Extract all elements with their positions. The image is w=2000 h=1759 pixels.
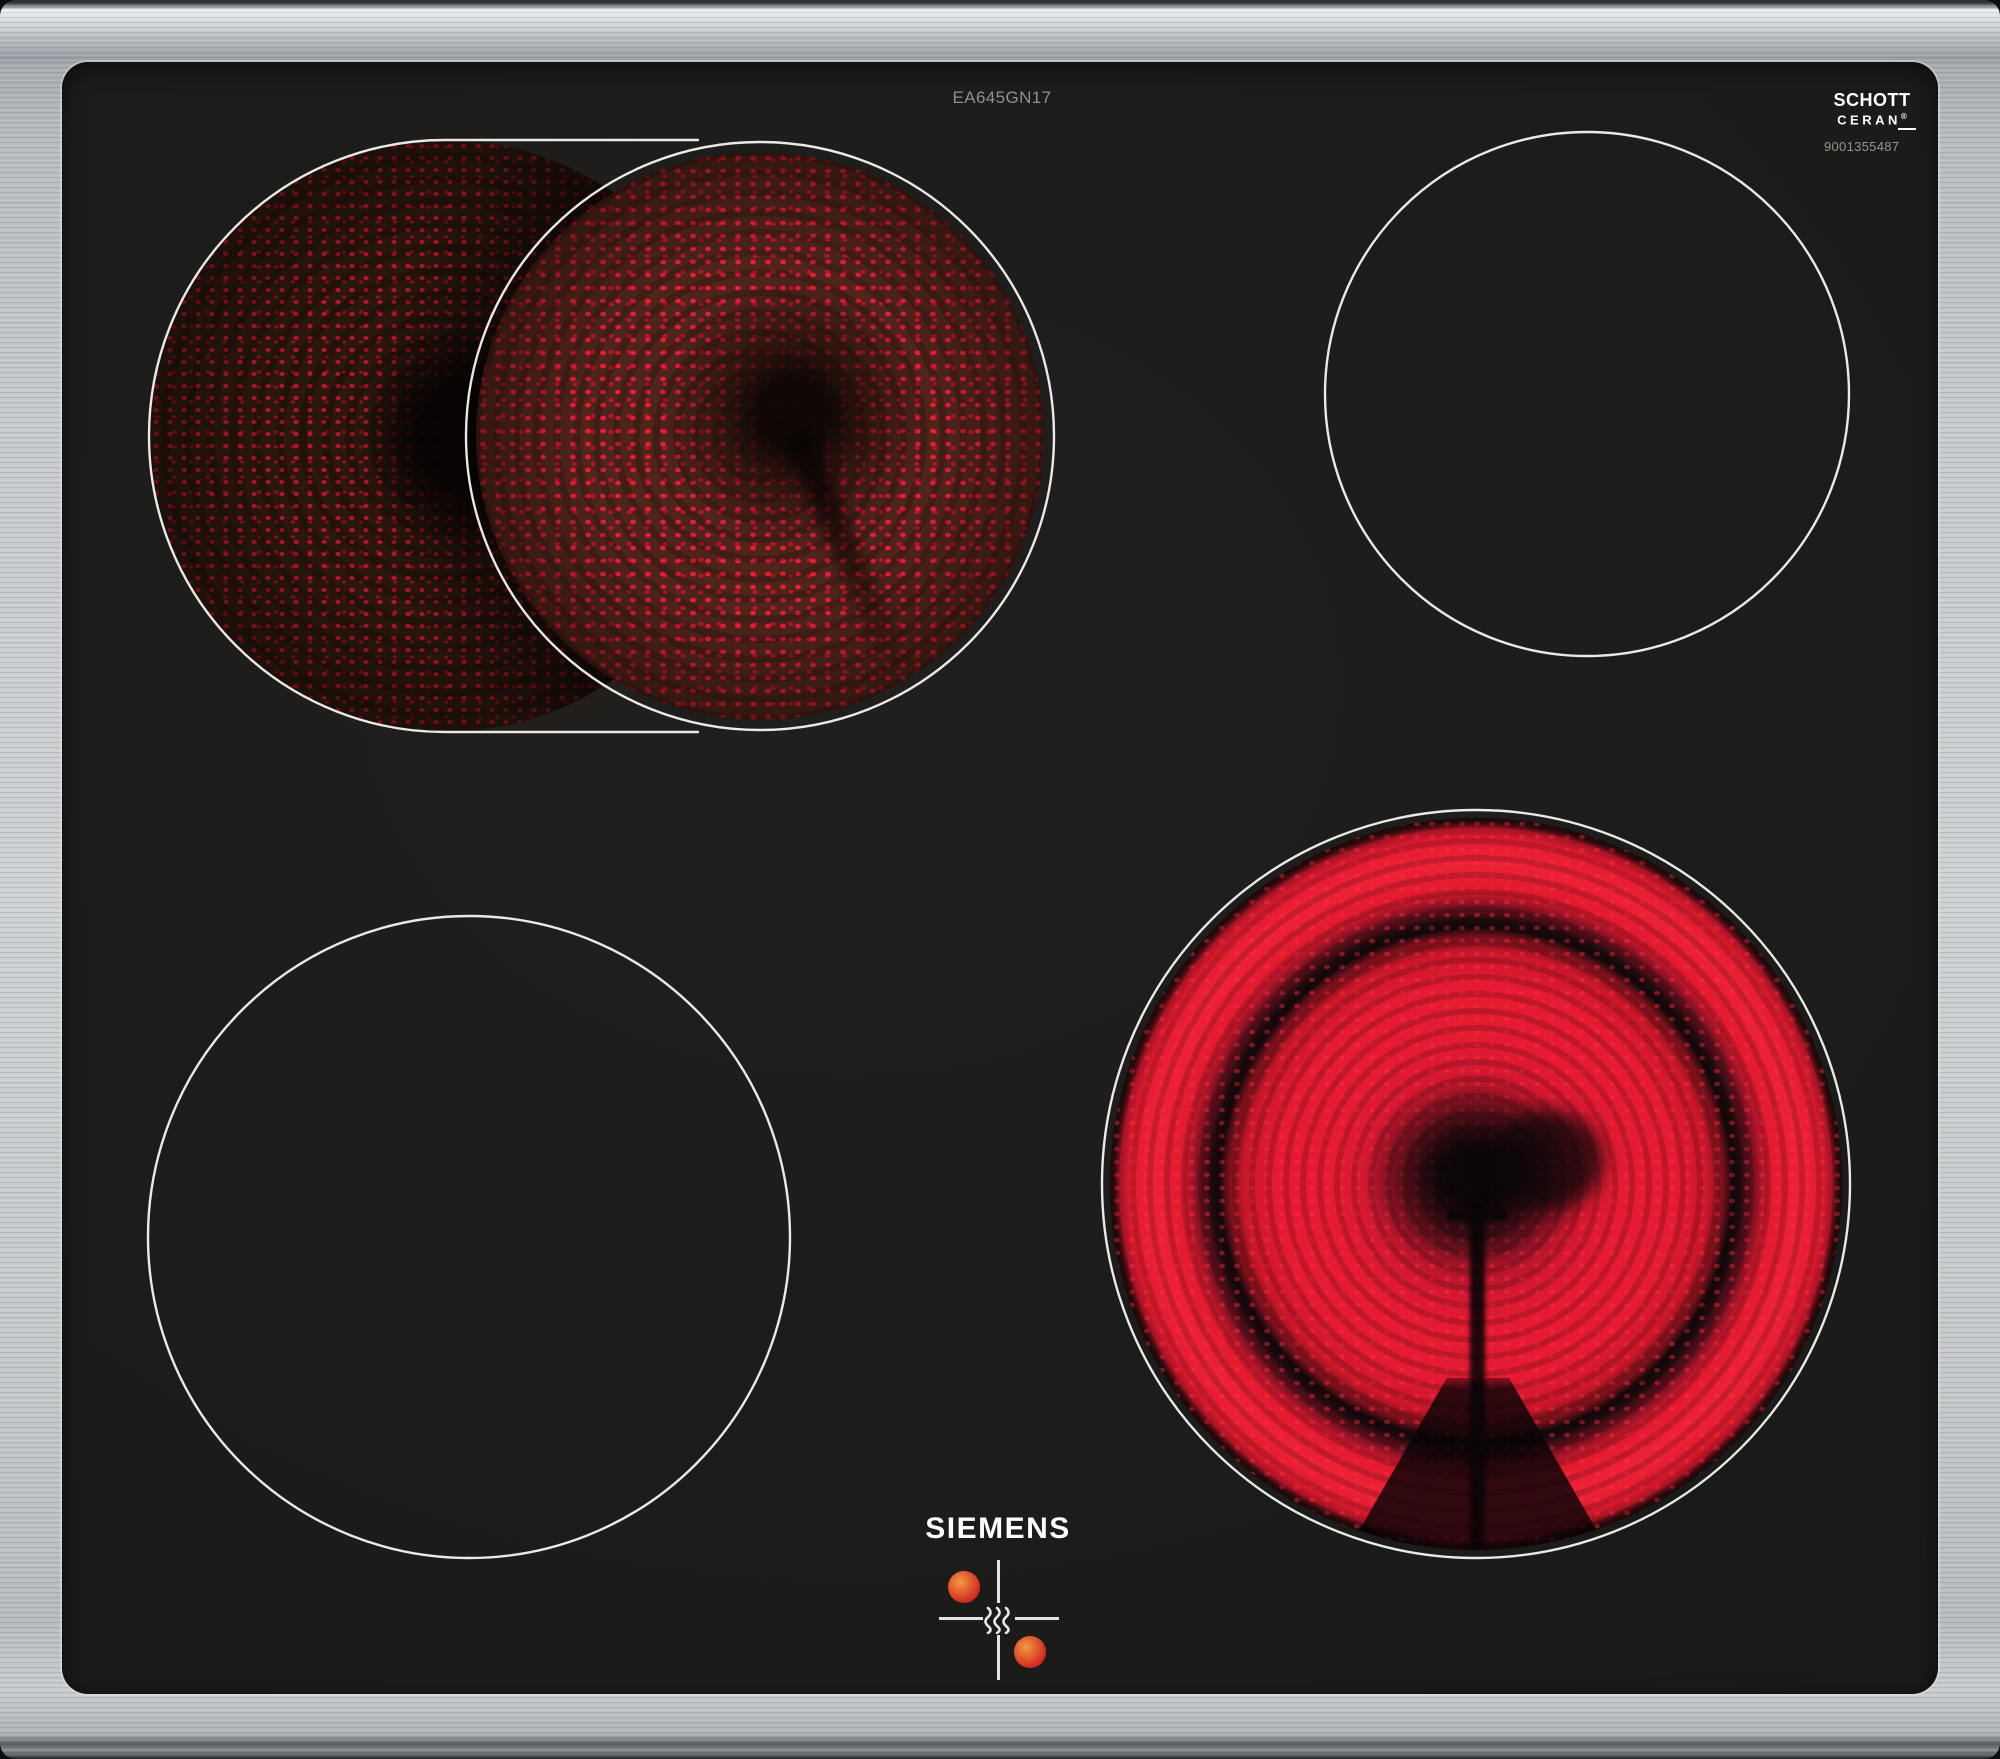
steam-icon <box>984 1606 1010 1634</box>
schott-logo-underline <box>1898 128 1916 131</box>
schott-logo-line1: SCHOTT <box>1833 90 1911 110</box>
residual-heat-cross-line <box>1015 1617 1059 1620</box>
residual-heat-indicator-dot <box>1014 1636 1046 1668</box>
front-right-bottom-shadow <box>1348 1378 1608 1550</box>
schott-ceran-logo: SCHOTT CERAN® 9001355487 <box>1824 90 1920 154</box>
rear-right-outline <box>1323 130 1851 658</box>
rear-left-center-shadow <box>782 424 914 685</box>
cooktop-frame: EA645GN17 SCHOTT CERAN® 9001355487 SIEME… <box>0 0 2000 1759</box>
siemens-logo: SIEMENS <box>925 1512 1071 1545</box>
front-right-element-glow <box>1110 818 1842 1550</box>
rear-left-main-element-glow <box>476 152 1044 720</box>
print-number-label: 9001355487 <box>1824 139 1900 155</box>
residual-heat-cross-line <box>939 1617 983 1620</box>
registered-mark: ® <box>1900 112 1907 121</box>
front-right-center-shadow-2 <box>1492 1110 1604 1210</box>
residual-heat-indicator-dot <box>948 1571 980 1603</box>
front-right-sensor-cap-shadow <box>1446 1210 1508 1220</box>
schott-logo-line2: CERAN® <box>1837 112 1907 128</box>
residual-heat-cross-line <box>997 1560 1000 1603</box>
residual-heat-cross-line <box>997 1635 1000 1680</box>
front-left-outline <box>146 914 792 1560</box>
model-code-label: EA645GN17 <box>952 88 1052 107</box>
glass-surface: EA645GN17 SCHOTT CERAN® 9001355487 SIEME… <box>62 62 1938 1694</box>
